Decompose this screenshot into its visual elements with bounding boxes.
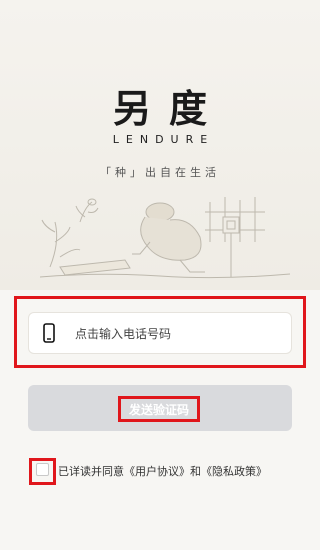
phone-input[interactable] (73, 321, 287, 347)
send-code-label[interactable]: 发送验证码 (118, 396, 200, 422)
agreement-checkbox[interactable] (36, 463, 49, 476)
user-agreement-link[interactable]: 《用户协议》 (124, 465, 190, 478)
agreement-text: 已详读并同意《用户协议》和《隐私政策》 (58, 463, 267, 479)
privacy-policy-link[interactable]: 《隐私政策》 (201, 465, 267, 478)
app-logo: 另度 (112, 87, 225, 131)
app-logo-english: LENDURE (112, 133, 215, 146)
gardening-illustration (40, 197, 290, 279)
agreement-prefix: 已详读并同意 (58, 465, 124, 478)
smartphone-icon (43, 323, 55, 343)
agreement-connector: 和 (190, 465, 201, 478)
phone-field[interactable] (28, 312, 292, 354)
